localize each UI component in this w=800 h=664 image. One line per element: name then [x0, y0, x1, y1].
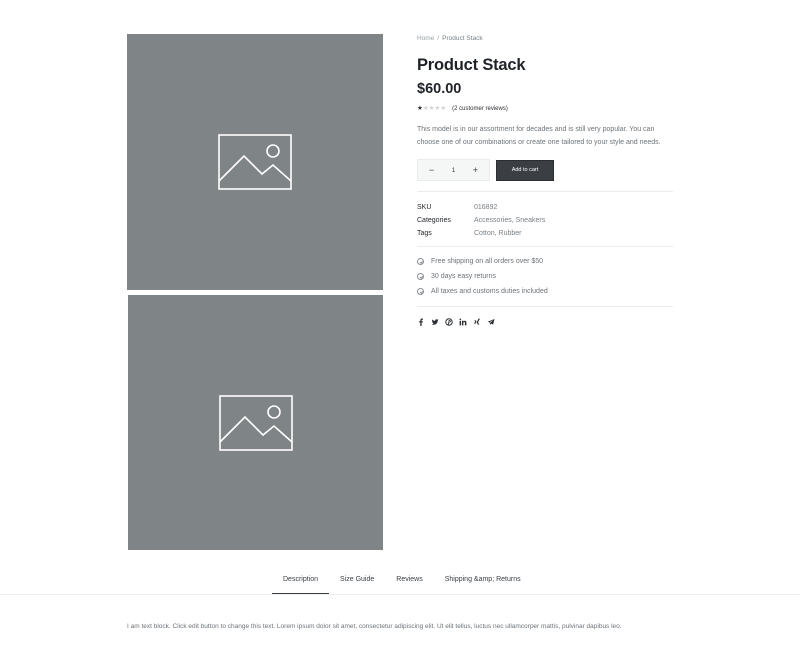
- divider: [417, 246, 673, 247]
- divider: [417, 191, 673, 192]
- feature-item: 30 days easy returns: [417, 269, 674, 284]
- tab-reviews[interactable]: Reviews: [396, 570, 422, 594]
- meta-row-tags: Tags Cotton, Rubber: [417, 227, 674, 240]
- feature-item: All taxes and customs duties included: [417, 284, 674, 299]
- star-icon: ★: [440, 105, 447, 112]
- product-image-2[interactable]: [128, 295, 383, 550]
- check-circle-icon: [417, 273, 424, 280]
- add-to-cart-button[interactable]: Add to cart: [496, 159, 554, 181]
- category-links[interactable]: Accessories, Sneakers: [474, 214, 545, 227]
- product-tabs: Description Size Guide Reviews Shipping …: [272, 570, 543, 594]
- breadcrumb: Home / Product Stack: [417, 34, 674, 44]
- meta-value: 016892: [474, 204, 498, 211]
- feature-list: Free shipping on all orders over $50 30 …: [417, 254, 674, 299]
- product-title: Product Stack: [417, 56, 526, 74]
- pinterest-icon[interactable]: [445, 318, 453, 326]
- feature-text: Free shipping on all orders over $50: [431, 258, 544, 265]
- xing-icon[interactable]: [473, 318, 481, 326]
- twitter-icon[interactable]: [431, 318, 439, 326]
- linkedin-icon[interactable]: [459, 318, 467, 326]
- quantity-minus-button[interactable]: −: [429, 165, 434, 175]
- add-to-cart-form: − 1 + Add to cart: [417, 159, 674, 181]
- tab-panel-description: I am text block. Click edit button to ch…: [127, 623, 622, 630]
- divider: [417, 306, 673, 307]
- tag-links[interactable]: Cotton, Rubber: [474, 227, 521, 240]
- product-meta: SKU 016892 Categories Accessories, Sneak…: [417, 201, 674, 240]
- meta-row-categories: Categories Accessories, Sneakers: [417, 214, 674, 227]
- feature-item: Free shipping on all orders over $50: [417, 254, 674, 269]
- check-circle-icon: [417, 258, 424, 265]
- social-share: [417, 318, 674, 326]
- star-rating: ★ ★ ★ ★ ★: [417, 105, 446, 113]
- breadcrumb-home-link[interactable]: Home: [417, 34, 434, 44]
- rating-row: ★ ★ ★ ★ ★ (2 customer reviews): [417, 104, 674, 114]
- quantity-stepper: − 1 +: [417, 159, 490, 181]
- breadcrumb-current: Product Stack: [442, 35, 483, 42]
- facebook-icon[interactable]: [417, 318, 425, 326]
- quantity-plus-button[interactable]: +: [473, 165, 478, 175]
- tab-description[interactable]: Description: [272, 570, 330, 594]
- feature-text: All taxes and customs duties included: [431, 288, 548, 295]
- meta-row-sku: SKU 016892: [417, 201, 674, 214]
- quantity-input[interactable]: 1: [452, 167, 456, 174]
- meta-label: Tags: [417, 230, 432, 237]
- tabs-divider: [0, 594, 800, 595]
- meta-label: SKU: [417, 204, 432, 211]
- telegram-icon[interactable]: [487, 318, 495, 326]
- product-price: $60.00: [417, 81, 462, 97]
- feature-text: 30 days easy returns: [431, 273, 496, 280]
- meta-label: Categories: [417, 217, 451, 224]
- breadcrumb-separator: /: [437, 35, 440, 42]
- check-circle-icon: [417, 288, 424, 295]
- reviews-link[interactable]: (2 customer reviews): [452, 106, 508, 112]
- tab-shipping-returns[interactable]: Shipping &amp; Returns: [445, 570, 521, 594]
- image-placeholder-icon: [218, 134, 292, 190]
- product-summary: Home / Product Stack Product Stack $60.0…: [417, 34, 674, 326]
- product-short-description: This model is in our assortment for deca…: [417, 126, 661, 146]
- product-image-1[interactable]: [127, 34, 383, 290]
- image-placeholder-icon: [218, 394, 293, 451]
- tab-size-guide[interactable]: Size Guide: [340, 570, 374, 594]
